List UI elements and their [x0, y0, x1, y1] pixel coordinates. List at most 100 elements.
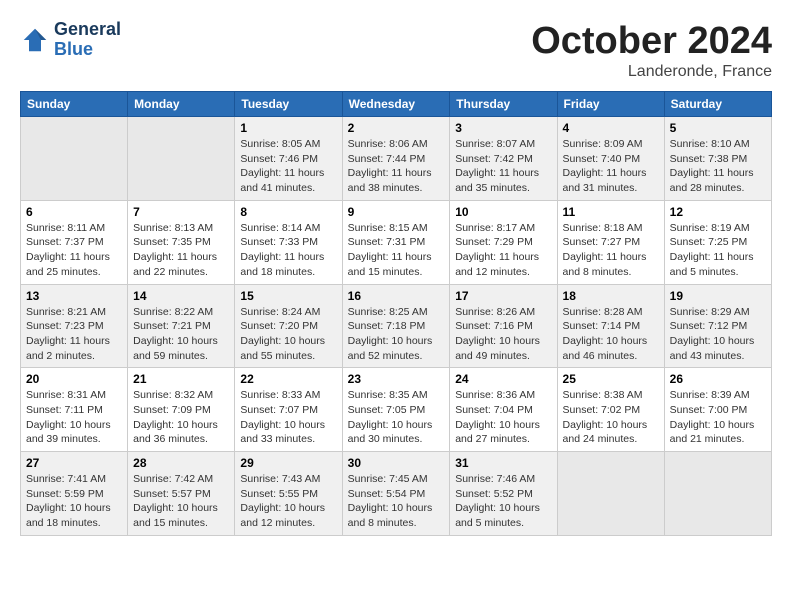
day-info: Sunrise: 8:05 AMSunset: 7:46 PMDaylight:…: [240, 137, 336, 196]
calendar-cell: 21 Sunrise: 8:32 AMSunset: 7:09 PMDayligh…: [128, 368, 235, 452]
day-number: 21: [133, 372, 229, 386]
calendar-cell: 22 Sunrise: 8:33 AMSunset: 7:07 PMDayligh…: [235, 368, 342, 452]
day-number: 5: [670, 121, 766, 135]
day-number: 12: [670, 205, 766, 219]
day-info: Sunrise: 8:11 AMSunset: 7:37 PMDaylight:…: [26, 221, 122, 280]
weekday-header: Sunday: [21, 92, 128, 117]
logo-blue: Blue: [54, 40, 121, 60]
day-number: 23: [348, 372, 445, 386]
calendar-cell: 15 Sunrise: 8:24 AMSunset: 7:20 PMDayligh…: [235, 284, 342, 368]
day-number: 20: [26, 372, 122, 386]
weekday-header: Friday: [557, 92, 664, 117]
day-info: Sunrise: 8:22 AMSunset: 7:21 PMDaylight:…: [133, 305, 229, 364]
day-info: Sunrise: 8:15 AMSunset: 7:31 PMDaylight:…: [348, 221, 445, 280]
calendar-cell: 8Sunrise: 8:14 AMSunset: 7:33 PMDaylight…: [235, 200, 342, 284]
calendar-cell: 9 Sunrise: 8:15 AMSunset: 7:31 PMDaylight…: [342, 200, 450, 284]
calendar-cell: 19 Sunrise: 8:29 AMSunset: 7:12 PMDayligh…: [664, 284, 771, 368]
day-info: Sunrise: 8:25 AMSunset: 7:18 PMDaylight:…: [348, 305, 445, 364]
calendar-cell: 23 Sunrise: 8:35 AMSunset: 7:05 PMDayligh…: [342, 368, 450, 452]
calendar-cell: 25Sunrise: 8:38 AMSunset: 7:02 PMDayligh…: [557, 368, 664, 452]
page-header: General Blue October 2024 Landeronde, Fr…: [20, 20, 772, 81]
day-number: 29: [240, 456, 336, 470]
calendar-cell: 17 Sunrise: 8:26 AMSunset: 7:16 PMDayligh…: [450, 284, 557, 368]
calendar-header-row: SundayMondayTuesdayWednesdayThursdayFrid…: [21, 92, 772, 117]
day-number: 28: [133, 456, 229, 470]
calendar-cell: 26 Sunrise: 8:39 AMSunset: 7:00 PMDayligh…: [664, 368, 771, 452]
title-block: October 2024 Landeronde, France: [531, 20, 772, 81]
calendar-week-row: 1 Sunrise: 8:05 AMSunset: 7:46 PMDaylight…: [21, 117, 772, 201]
calendar-cell: 11Sunrise: 8:18 AMSunset: 7:27 PMDayligh…: [557, 200, 664, 284]
day-info: Sunrise: 8:09 AMSunset: 7:40 PMDaylight:…: [563, 137, 659, 196]
day-info: Sunrise: 7:42 AMSunset: 5:57 PMDaylight:…: [133, 472, 229, 531]
day-info: Sunrise: 8:35 AMSunset: 7:05 PMDaylight:…: [348, 388, 445, 447]
day-number: 24: [455, 372, 551, 386]
day-info: Sunrise: 7:41 AMSunset: 5:59 PMDaylight:…: [26, 472, 122, 531]
day-number: 26: [670, 372, 766, 386]
day-number: 7: [133, 205, 229, 219]
day-info: Sunrise: 8:39 AMSunset: 7:00 PMDaylight:…: [670, 388, 766, 447]
calendar-cell: [21, 117, 128, 201]
day-info: Sunrise: 8:32 AMSunset: 7:09 PMDaylight:…: [133, 388, 229, 447]
day-number: 22: [240, 372, 336, 386]
calendar-cell: 30Sunrise: 7:45 AMSunset: 5:54 PMDayligh…: [342, 452, 450, 536]
logo-text: General Blue: [54, 20, 121, 60]
day-number: 27: [26, 456, 122, 470]
calendar-cell: 3 Sunrise: 8:07 AMSunset: 7:42 PMDaylight…: [450, 117, 557, 201]
day-number: 15: [240, 289, 336, 303]
calendar-cell: 14 Sunrise: 8:22 AMSunset: 7:21 PMDayligh…: [128, 284, 235, 368]
day-info: Sunrise: 8:29 AMSunset: 7:12 PMDaylight:…: [670, 305, 766, 364]
calendar-cell: 28 Sunrise: 7:42 AMSunset: 5:57 PMDayligh…: [128, 452, 235, 536]
day-info: Sunrise: 8:19 AMSunset: 7:25 PMDaylight:…: [670, 221, 766, 280]
calendar-cell: [557, 452, 664, 536]
day-info: Sunrise: 8:24 AMSunset: 7:20 PMDaylight:…: [240, 305, 336, 364]
calendar-cell: 1 Sunrise: 8:05 AMSunset: 7:46 PMDaylight…: [235, 117, 342, 201]
day-number: 9: [348, 205, 445, 219]
day-number: 17: [455, 289, 551, 303]
day-info: Sunrise: 8:28 AMSunset: 7:14 PMDaylight:…: [563, 305, 659, 364]
calendar-cell: 4Sunrise: 8:09 AMSunset: 7:40 PMDaylight…: [557, 117, 664, 201]
day-number: 2: [348, 121, 445, 135]
day-number: 6: [26, 205, 122, 219]
day-number: 19: [670, 289, 766, 303]
weekday-header: Saturday: [664, 92, 771, 117]
month-title: October 2024: [531, 20, 772, 63]
calendar-cell: 29 Sunrise: 7:43 AMSunset: 5:55 PMDayligh…: [235, 452, 342, 536]
day-info: Sunrise: 8:26 AMSunset: 7:16 PMDaylight:…: [455, 305, 551, 364]
calendar-week-row: 20Sunrise: 8:31 AMSunset: 7:11 PMDayligh…: [21, 368, 772, 452]
day-number: 31: [455, 456, 551, 470]
logo-icon: [20, 25, 50, 55]
day-number: 3: [455, 121, 551, 135]
day-number: 8: [240, 205, 336, 219]
weekday-header: Thursday: [450, 92, 557, 117]
calendar-cell: 7Sunrise: 8:13 AMSunset: 7:35 PMDaylight…: [128, 200, 235, 284]
calendar-cell: 2Sunrise: 8:06 AMSunset: 7:44 PMDaylight…: [342, 117, 450, 201]
calendar-week-row: 27 Sunrise: 7:41 AMSunset: 5:59 PMDayligh…: [21, 452, 772, 536]
day-info: Sunrise: 7:46 AMSunset: 5:52 PMDaylight:…: [455, 472, 551, 531]
weekday-header: Tuesday: [235, 92, 342, 117]
calendar-cell: [128, 117, 235, 201]
calendar-week-row: 6 Sunrise: 8:11 AMSunset: 7:37 PMDaylight…: [21, 200, 772, 284]
calendar-cell: 5Sunrise: 8:10 AMSunset: 7:38 PMDaylight…: [664, 117, 771, 201]
calendar-week-row: 13Sunrise: 8:21 AMSunset: 7:23 PMDayligh…: [21, 284, 772, 368]
calendar-cell: 20Sunrise: 8:31 AMSunset: 7:11 PMDayligh…: [21, 368, 128, 452]
logo: General Blue: [20, 20, 121, 60]
day-info: Sunrise: 8:07 AMSunset: 7:42 PMDaylight:…: [455, 137, 551, 196]
calendar-cell: [664, 452, 771, 536]
day-info: Sunrise: 7:45 AMSunset: 5:54 PMDaylight:…: [348, 472, 445, 531]
calendar-table: SundayMondayTuesdayWednesdayThursdayFrid…: [20, 91, 772, 536]
weekday-header: Wednesday: [342, 92, 450, 117]
day-number: 16: [348, 289, 445, 303]
day-info: Sunrise: 8:33 AMSunset: 7:07 PMDaylight:…: [240, 388, 336, 447]
day-info: Sunrise: 8:36 AMSunset: 7:04 PMDaylight:…: [455, 388, 551, 447]
calendar-cell: 16 Sunrise: 8:25 AMSunset: 7:18 PMDayligh…: [342, 284, 450, 368]
calendar-cell: 27 Sunrise: 7:41 AMSunset: 5:59 PMDayligh…: [21, 452, 128, 536]
calendar-cell: 18Sunrise: 8:28 AMSunset: 7:14 PMDayligh…: [557, 284, 664, 368]
day-number: 1: [240, 121, 336, 135]
day-number: 14: [133, 289, 229, 303]
logo-general: General: [54, 20, 121, 40]
calendar-cell: 10Sunrise: 8:17 AMSunset: 7:29 PMDayligh…: [450, 200, 557, 284]
calendar-cell: 13Sunrise: 8:21 AMSunset: 7:23 PMDayligh…: [21, 284, 128, 368]
day-number: 11: [563, 205, 659, 219]
calendar-cell: 31 Sunrise: 7:46 AMSunset: 5:52 PMDayligh…: [450, 452, 557, 536]
day-info: Sunrise: 7:43 AMSunset: 5:55 PMDaylight:…: [240, 472, 336, 531]
